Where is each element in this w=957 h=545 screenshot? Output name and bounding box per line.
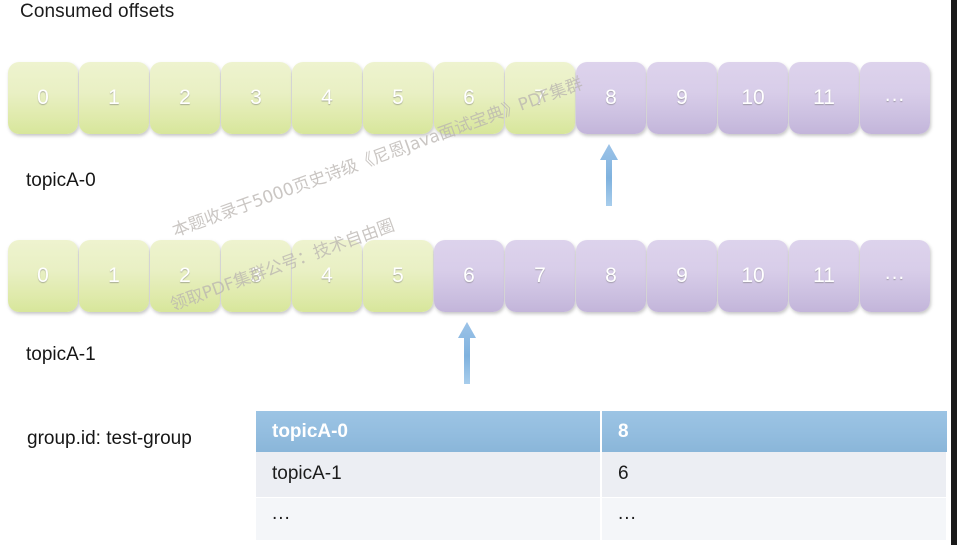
table-cell-offset: ... — [601, 497, 948, 540]
current-offset-arrow-topicA-0 — [600, 144, 618, 206]
ellipsis-glyph: ... — [884, 83, 906, 106]
committed-offsets-table: topicA-0 8 topicA-1 6...... — [256, 411, 948, 540]
offset-cell: 1 — [79, 240, 149, 312]
page-title: Consumed offsets — [20, 1, 175, 22]
group-id-label: group.id: test-group — [27, 428, 192, 449]
offset-cell: 0 — [8, 62, 78, 134]
offset-cell: 7 — [505, 62, 575, 134]
offset-cell: 6 — [434, 62, 504, 134]
offset-cell: 10 — [718, 62, 788, 134]
offset-cell: 4 — [292, 62, 362, 134]
offset-cell: 8 — [576, 240, 646, 312]
offset-cell: 4 — [292, 240, 362, 312]
offset-cell: 5 — [363, 240, 433, 312]
offset-cell: 5 — [363, 62, 433, 134]
ellipsis-glyph: ... — [618, 502, 637, 524]
offset-cell: 11 — [789, 62, 859, 134]
slide-canvas: Consumed offsets 0 1 2 3 4 5 6 7 8 9 10 11... topic… — [0, 0, 957, 545]
offset-cell: 2 — [150, 240, 220, 312]
ellipsis-glyph: ... — [884, 261, 906, 284]
table-header-topic: topicA-0 — [256, 411, 602, 452]
partition-label-topicA-0: topicA-0 — [26, 170, 96, 191]
ellipsis-glyph: ... — [272, 502, 291, 524]
table-header-row: topicA-0 8 — [256, 411, 947, 452]
offset-cell: 1 — [79, 62, 149, 134]
offset-cell: 11 — [789, 240, 859, 312]
table-cell-offset: 6 — [601, 452, 948, 498]
table-row: topicA-1 6 — [256, 452, 948, 498]
offset-cell: ... — [860, 62, 930, 134]
table-row: ...... — [256, 497, 948, 540]
partition-row-topicA-0: 0 1 2 3 4 5 6 7 8 9 10 11... — [8, 62, 930, 134]
table-header-offset: 8 — [601, 411, 947, 452]
table-cell-topic: topicA-1 — [256, 452, 602, 498]
current-offset-arrow-topicA-1 — [458, 322, 476, 384]
offset-cell: 3 — [221, 62, 291, 134]
table-cell-topic: ... — [256, 497, 602, 540]
offset-cell: 7 — [505, 240, 575, 312]
partition-label-topicA-1: topicA-1 — [26, 344, 96, 365]
partition-row-topicA-1: 0 1 2 3 4 5 6 7 8 9 10 11... — [8, 240, 930, 312]
offset-cell: 9 — [647, 240, 717, 312]
offset-cell: 6 — [434, 240, 504, 312]
offset-cell: 2 — [150, 62, 220, 134]
offset-cell: ... — [860, 240, 930, 312]
offset-cell: 8 — [576, 62, 646, 134]
offset-cell: 9 — [647, 62, 717, 134]
offset-cell: 10 — [718, 240, 788, 312]
offset-cell: 3 — [221, 240, 291, 312]
table-body: topicA-1 6...... — [256, 452, 948, 540]
offset-cell: 0 — [8, 240, 78, 312]
